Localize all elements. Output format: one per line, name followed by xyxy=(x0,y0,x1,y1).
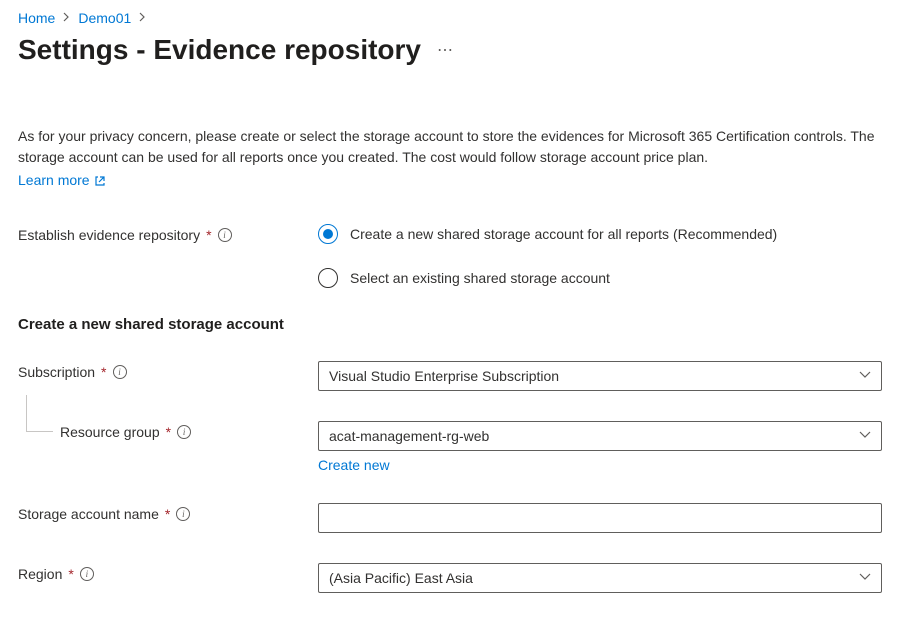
region-row: Region * i (Asia Pacific) East Asia xyxy=(18,563,882,593)
subscription-label-text: Subscription xyxy=(18,364,95,380)
storage-account-label-text: Storage account name xyxy=(18,506,159,522)
section-heading: Create a new shared storage account xyxy=(18,316,882,333)
required-marker: * xyxy=(101,364,106,380)
info-icon[interactable]: i xyxy=(113,365,127,379)
more-actions-button[interactable]: ⋯ xyxy=(437,40,454,60)
radio-selected-icon xyxy=(318,224,338,244)
resource-group-select[interactable]: acat-management-rg-web xyxy=(318,421,882,451)
radio-select-existing[interactable]: Select an existing shared storage accoun… xyxy=(318,268,882,288)
chevron-right-icon xyxy=(139,11,146,25)
chevron-down-icon xyxy=(859,572,871,584)
radio-create-label: Create a new shared storage account for … xyxy=(350,226,777,242)
learn-more-link[interactable]: Learn more xyxy=(18,172,106,188)
create-new-rg-link[interactable]: Create new xyxy=(318,457,390,473)
breadcrumb: Home Demo01 xyxy=(18,10,882,26)
required-marker: * xyxy=(68,566,73,582)
region-value: (Asia Pacific) East Asia xyxy=(329,570,473,586)
storage-account-label: Storage account name * i xyxy=(18,503,318,522)
establish-radio-group: Create a new shared storage account for … xyxy=(318,224,882,288)
info-icon[interactable]: i xyxy=(218,228,232,242)
external-link-icon xyxy=(94,174,106,186)
radio-existing-label: Select an existing shared storage accoun… xyxy=(350,270,610,286)
page-title: Settings - Evidence repository xyxy=(18,34,421,66)
establish-label-text: Establish evidence repository xyxy=(18,227,200,243)
resource-group-row: Resource group * i acat-management-rg-we… xyxy=(18,421,882,473)
subscription-value: Visual Studio Enterprise Subscription xyxy=(329,368,559,384)
subscription-label: Subscription * i xyxy=(18,361,318,380)
info-icon[interactable]: i xyxy=(176,507,190,521)
subscription-row: Subscription * i Visual Studio Enterpris… xyxy=(18,361,882,391)
establish-label: Establish evidence repository * i xyxy=(18,224,318,243)
radio-unselected-icon xyxy=(318,268,338,288)
info-icon[interactable]: i xyxy=(80,567,94,581)
storage-account-row: Storage account name * i xyxy=(18,503,882,533)
description-text: As for your privacy concern, please crea… xyxy=(18,126,882,168)
chevron-down-icon xyxy=(859,370,871,382)
required-marker: * xyxy=(165,506,170,522)
chevron-right-icon xyxy=(63,11,70,25)
learn-more-label: Learn more xyxy=(18,172,90,188)
breadcrumb-demo[interactable]: Demo01 xyxy=(78,10,131,26)
resource-group-value: acat-management-rg-web xyxy=(329,428,489,444)
chevron-down-icon xyxy=(859,430,871,442)
required-marker: * xyxy=(166,424,171,440)
subscription-select[interactable]: Visual Studio Enterprise Subscription xyxy=(318,361,882,391)
breadcrumb-home[interactable]: Home xyxy=(18,10,55,26)
resource-group-label: Resource group * i xyxy=(18,421,318,440)
resource-group-label-text: Resource group xyxy=(60,424,160,440)
info-icon[interactable]: i xyxy=(177,425,191,439)
required-marker: * xyxy=(206,227,211,243)
page-title-row: Settings - Evidence repository ⋯ xyxy=(18,34,882,66)
storage-account-input[interactable] xyxy=(318,503,882,533)
region-select[interactable]: (Asia Pacific) East Asia xyxy=(318,563,882,593)
radio-create-new[interactable]: Create a new shared storage account for … xyxy=(318,224,882,244)
region-label-text: Region xyxy=(18,566,62,582)
establish-row: Establish evidence repository * i Create… xyxy=(18,224,882,288)
region-label: Region * i xyxy=(18,563,318,582)
